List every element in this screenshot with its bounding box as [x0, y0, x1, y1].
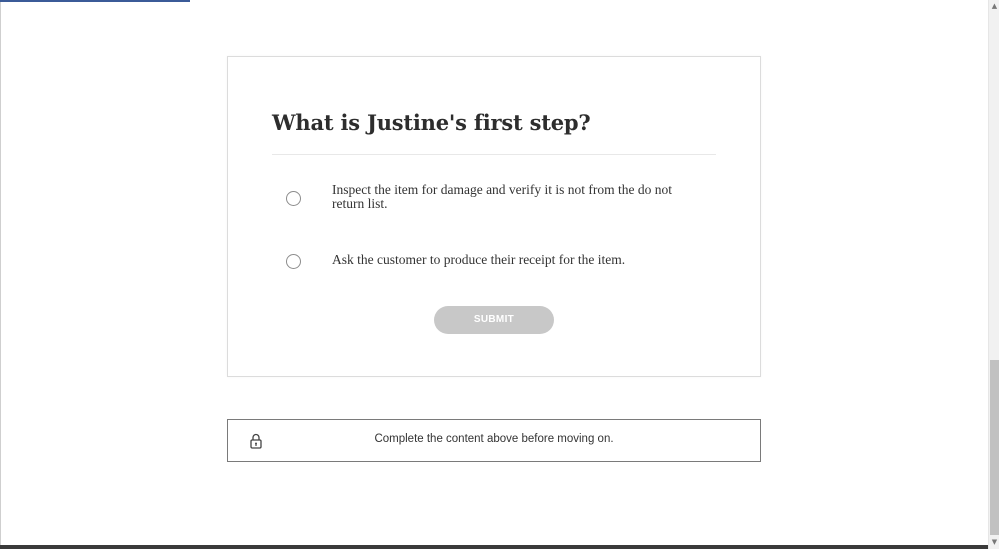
- answer-label-1: Inspect the item for damage and verify i…: [332, 182, 673, 211]
- question-divider: [272, 154, 716, 155]
- bottom-bar: [0, 545, 988, 549]
- lock-notice-text: Complete the content above before moving…: [374, 433, 614, 445]
- answer-radio-1[interactable]: [286, 191, 301, 206]
- question-title: What is Justine's first step?: [272, 110, 591, 135]
- scrollbar-thumb[interactable]: [990, 360, 999, 535]
- course-progress-bar: [0, 0, 190, 2]
- vertical-scrollbar[interactable]: ▲ ▼: [988, 0, 999, 549]
- scroll-down-arrow-icon[interactable]: ▼: [989, 536, 999, 549]
- answer-radio-2[interactable]: [286, 254, 301, 269]
- scroll-up-arrow-icon[interactable]: ▲: [989, 0, 999, 13]
- lock-notice: Complete the content above before moving…: [227, 419, 761, 462]
- quiz-card: What is Justine's first step? Inspect th…: [227, 56, 761, 377]
- submit-button[interactable]: SUBMIT: [434, 306, 554, 334]
- answer-label-2: Ask the customer to produce their receip…: [332, 252, 626, 267]
- page-left-edge: [0, 0, 1, 546]
